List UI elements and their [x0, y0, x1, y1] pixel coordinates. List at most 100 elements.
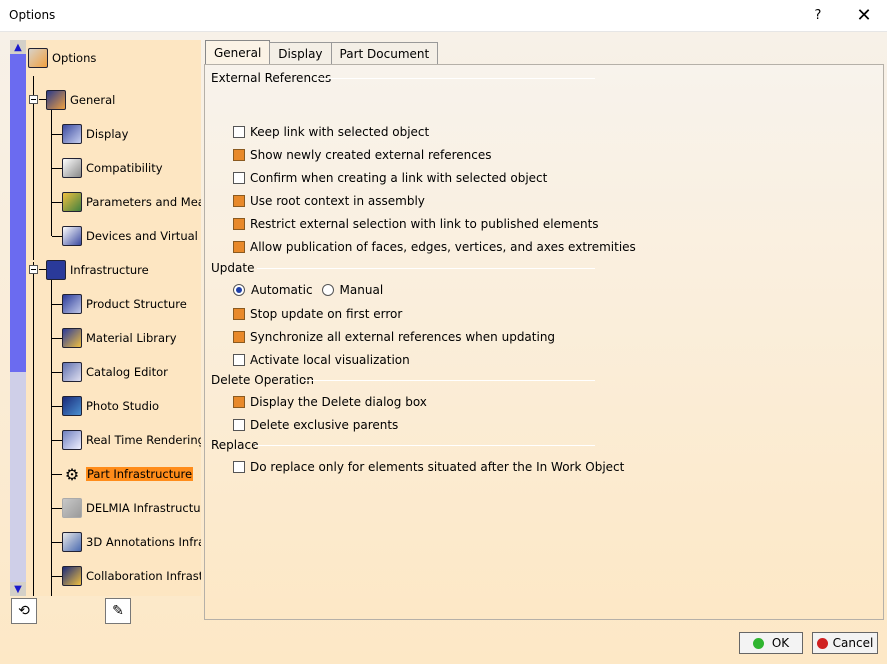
option-show-new-references[interactable]: Show newly created external references: [233, 146, 492, 164]
checkbox[interactable]: [233, 218, 245, 230]
tree-item-label: Devices and Virtual Re: [86, 229, 201, 243]
radio-automatic-label: Automatic: [251, 283, 313, 297]
tree-line: [52, 338, 62, 339]
photo-studio-icon: [62, 396, 82, 416]
collapse-infrastructure-icon[interactable]: [29, 265, 38, 274]
dialog-client: ▲ ▼ Options General Display Compatibilit…: [0, 32, 887, 664]
tab-general[interactable]: General: [205, 40, 271, 64]
tree-item-delmia-infrastructure[interactable]: DELMIA Infrastructure: [62, 496, 201, 520]
option-label: Confirm when creating a link with select…: [250, 171, 548, 185]
close-icon: ✕: [856, 5, 872, 26]
tree-line: [52, 168, 62, 169]
option-allow-publication[interactable]: Allow publication of faces, edges, verti…: [233, 238, 636, 256]
tree-item-part-infrastructure[interactable]: ⚙ Part Infrastructure: [62, 462, 194, 486]
checkbox[interactable]: [233, 331, 245, 343]
help-button[interactable]: ?: [795, 0, 841, 31]
option-root-context[interactable]: Use root context in assembly: [233, 192, 425, 210]
tree-item-compatibility[interactable]: Compatibility: [62, 156, 163, 180]
tree-item-photo-studio[interactable]: Photo Studio: [62, 394, 159, 418]
options-root-icon: [28, 48, 48, 68]
product-structure-icon: [62, 294, 82, 314]
section-separator: [303, 380, 595, 381]
catalog-editor-icon: [62, 362, 82, 382]
display-icon: [62, 124, 82, 144]
tree-item-display[interactable]: Display: [62, 122, 128, 146]
option-synchronize[interactable]: Synchronize all external references when…: [233, 328, 555, 346]
tree-line: [52, 406, 62, 407]
scroll-up-arrow-icon[interactable]: ▲: [10, 40, 26, 54]
tree-line: [52, 236, 62, 237]
section-title-update: Update: [211, 261, 255, 275]
collaboration-icon: [62, 566, 82, 586]
checkbox[interactable]: [233, 172, 245, 184]
tree-item-label: Real Time Rendering: [86, 433, 201, 447]
tree-item-general[interactable]: General: [46, 88, 115, 112]
tree-item-devices[interactable]: Devices and Virtual Re: [62, 224, 201, 248]
section-separator: [257, 268, 595, 269]
option-delete-exclusive-parents[interactable]: Delete exclusive parents: [233, 416, 398, 434]
checkbox[interactable]: [233, 461, 245, 473]
ok-button[interactable]: OK: [739, 632, 803, 654]
update-mode-radio-group: Automatic Manual: [233, 281, 383, 299]
checkbox[interactable]: [233, 241, 245, 253]
tree-line: [52, 372, 62, 373]
tree-item-label: Collaboration Infrastr: [86, 569, 201, 583]
option-label: Allow publication of faces, edges, verti…: [250, 240, 636, 254]
help-icon: ?: [814, 8, 822, 23]
cancel-button[interactable]: Cancel: [812, 632, 878, 654]
tree-item-label: Compatibility: [86, 161, 163, 175]
option-label: Do replace only for elements situated af…: [250, 460, 625, 474]
checkbox[interactable]: [233, 126, 245, 138]
tree-line: [52, 508, 62, 509]
tree-item-3d-annotations[interactable]: 3D Annotations Infras: [62, 530, 201, 554]
collapse-general-icon[interactable]: [29, 95, 38, 104]
tab-display[interactable]: Display: [269, 42, 332, 64]
option-restrict-selection[interactable]: Restrict external selection with link to…: [233, 215, 599, 233]
close-button[interactable]: ✕: [841, 0, 887, 31]
option-keep-link[interactable]: Keep link with selected object: [233, 123, 429, 141]
option-label: Delete exclusive parents: [250, 418, 399, 432]
options-tree: Options General Display Compatibility Pa…: [26, 40, 201, 596]
material-library-icon: [62, 328, 82, 348]
tree-action-button-1[interactable]: ⟲: [11, 598, 37, 624]
tree-item-parameters[interactable]: Parameters and Meas: [62, 190, 201, 214]
compatibility-icon: [62, 158, 82, 178]
option-local-visualization[interactable]: Activate local visualization: [233, 351, 410, 369]
option-display-delete-dialog[interactable]: Display the Delete dialog box: [233, 393, 427, 411]
checkbox[interactable]: [233, 149, 245, 161]
radio-automatic[interactable]: [233, 284, 245, 296]
tree-item-collaboration[interactable]: Collaboration Infrastr: [62, 564, 201, 588]
tree-item-infrastructure[interactable]: Infrastructure: [46, 258, 149, 282]
general-tab-panel: External References Keep link with selec…: [204, 64, 884, 620]
gear-icon: ⚙: [64, 464, 80, 484]
option-label: Keep link with selected object: [250, 125, 430, 139]
scroll-down-arrow-icon[interactable]: ▼: [10, 582, 26, 596]
tree-item-label: Options: [52, 51, 97, 65]
option-stop-update[interactable]: Stop update on first error: [233, 305, 402, 323]
tree-line: [52, 474, 62, 475]
radio-manual[interactable]: [321, 284, 334, 296]
tree-item-label: Infrastructure: [70, 263, 149, 277]
parameters-icon: [62, 192, 82, 212]
scroll-thumb[interactable]: [10, 54, 26, 372]
section-separator: [255, 445, 595, 446]
tree-item-catalog-editor[interactable]: Catalog Editor: [62, 360, 168, 384]
tab-part-document[interactable]: Part Document: [330, 42, 439, 64]
tree-item-material-library[interactable]: Material Library: [62, 326, 177, 350]
option-replace-after-in-work[interactable]: Do replace only for elements situated af…: [233, 458, 624, 476]
tree-scrollbar[interactable]: ▲ ▼: [10, 40, 26, 596]
tree-action-button-2[interactable]: ✎: [105, 598, 131, 624]
tree-item-product-structure[interactable]: Product Structure: [62, 292, 187, 316]
checkbox[interactable]: [233, 195, 245, 207]
option-label: Display the Delete dialog box: [250, 395, 427, 409]
tree-item-real-time-rendering[interactable]: Real Time Rendering: [62, 428, 201, 452]
checkbox[interactable]: [233, 308, 245, 320]
option-label: Activate local visualization: [250, 353, 410, 367]
checkbox[interactable]: [233, 354, 245, 366]
checkbox[interactable]: [233, 419, 245, 431]
tree-item-options[interactable]: Options: [28, 46, 96, 70]
option-confirm-link[interactable]: Confirm when creating a link with select…: [233, 169, 547, 187]
checkbox[interactable]: [233, 396, 245, 408]
tree-line: [52, 202, 62, 203]
tree-line: [52, 542, 62, 543]
